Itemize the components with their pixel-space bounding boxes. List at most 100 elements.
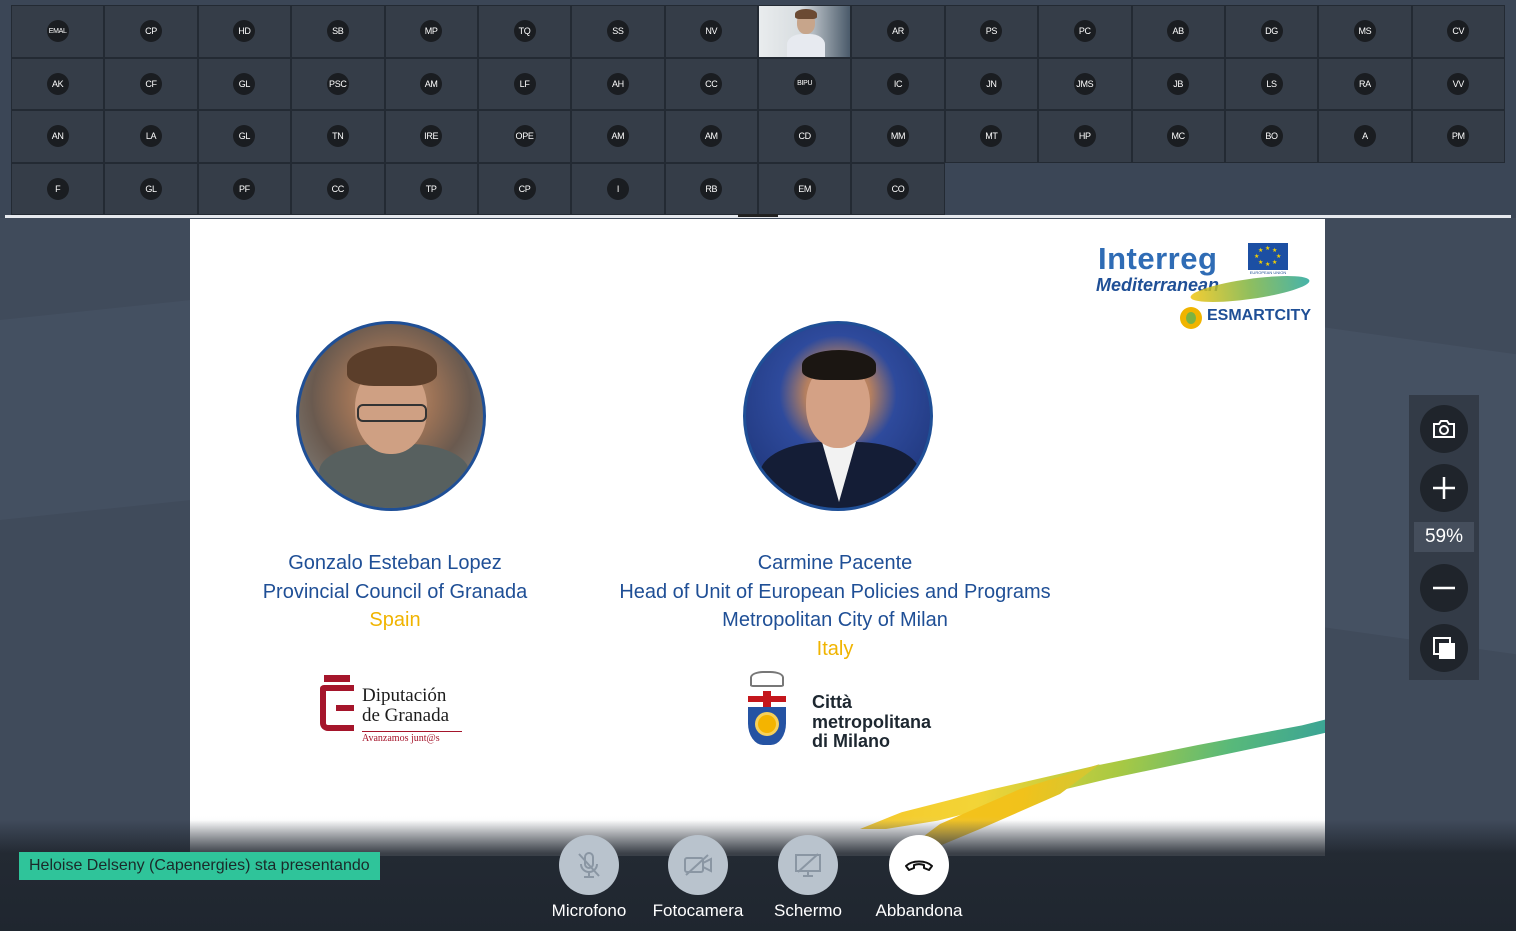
participant-tile[interactable]: SS: [571, 5, 665, 58]
camera-off-icon: [684, 854, 712, 876]
participant-tile[interactable]: DG: [1224, 5, 1319, 58]
participant-tile[interactable]: PSC: [291, 57, 385, 110]
participant-avatar: AR: [887, 20, 910, 43]
participant-avatar: SB: [326, 20, 349, 43]
microphone-button[interactable]: Microfono: [534, 835, 644, 921]
participant-video-tile[interactable]: [758, 5, 852, 58]
participant-tile[interactable]: TP: [384, 162, 478, 215]
leave-label: Abbandona: [875, 901, 963, 920]
participant-avatar: RA: [1353, 72, 1376, 95]
participant-tile[interactable]: SB: [291, 5, 385, 58]
participant-tile[interactable]: AN: [11, 110, 105, 163]
participant-tile[interactable]: CP: [477, 162, 572, 215]
participant-tile[interactable]: PC: [1038, 5, 1132, 58]
participant-tile[interactable]: OPE: [477, 110, 572, 163]
camera-icon: [1433, 420, 1455, 438]
participant-avatar: JN: [980, 72, 1003, 95]
participant-tile[interactable]: AR: [851, 5, 945, 58]
zoom-out-button[interactable]: [1420, 564, 1468, 612]
leave-call-button[interactable]: Abbandona: [864, 835, 974, 921]
participant-tile[interactable]: CP: [104, 5, 198, 58]
screen-share-button[interactable]: Schermo: [753, 835, 863, 921]
milano-logo-text: Città metropolitana di Milano: [812, 692, 931, 752]
participant-avatar: TQ: [513, 20, 536, 43]
zoom-panel: 59%: [1409, 395, 1479, 680]
participant-tile[interactable]: BIPU: [758, 57, 852, 110]
participant-tile[interactable]: EM: [758, 162, 852, 215]
participant-tile[interactable]: RB: [664, 162, 758, 215]
participant-tile[interactable]: F: [11, 162, 105, 215]
participant-tile[interactable]: CC: [291, 162, 385, 215]
participant-tile[interactable]: MC: [1131, 110, 1225, 163]
participant-tile[interactable]: PF: [197, 162, 292, 215]
participant-tile[interactable]: VV: [1411, 57, 1505, 110]
participant-avatar: F: [46, 177, 69, 200]
speaker-role: Head of Unit of European Policies and Pr…: [619, 580, 1051, 603]
logo-line: de Granada: [362, 705, 450, 726]
participant-tile[interactable]: PS: [944, 5, 1039, 58]
screenshot-button[interactable]: [1420, 405, 1468, 453]
participant-tile[interactable]: I: [571, 162, 665, 215]
participant-grid: EMAL CP HD SB MP TQ SS NV AR PS PC AB DG MS CV AK CF GL PS…: [11, 5, 1505, 215]
participant-tile[interactable]: CV: [1411, 5, 1505, 58]
zoom-level: 59%: [1414, 522, 1474, 552]
divider-handle[interactable]: [738, 214, 778, 217]
participant-avatar: HD: [233, 20, 256, 43]
participant-tile[interactable]: AM: [664, 110, 758, 163]
microphone-off-icon: [578, 852, 600, 878]
participant-tile[interactable]: CD: [758, 110, 852, 163]
participant-tile[interactable]: AK: [11, 57, 105, 110]
camera-button[interactable]: Fotocamera: [643, 835, 753, 921]
participant-avatar: VV: [1447, 72, 1470, 95]
participant-tile[interactable]: MS: [1318, 5, 1412, 58]
participant-avatar: CF: [140, 72, 163, 95]
participant-tile[interactable]: MM: [851, 110, 945, 163]
microphone-label: Microfono: [551, 901, 627, 920]
participant-avatar: CC: [326, 177, 349, 200]
participant-avatar: AB: [1167, 20, 1190, 43]
participant-tile[interactable]: HP: [1038, 110, 1132, 163]
participant-tile[interactable]: JMS: [1038, 57, 1132, 110]
participant-tile[interactable]: LF: [477, 57, 572, 110]
participant-tile[interactable]: GL: [104, 162, 198, 215]
participant-avatar: PF: [233, 177, 256, 200]
participant-tile[interactable]: JN: [944, 57, 1039, 110]
participant-tile[interactable]: IRE: [384, 110, 478, 163]
participant-avatar: GL: [233, 125, 256, 148]
participant-tile[interactable]: RA: [1318, 57, 1412, 110]
participant-tile[interactable]: A: [1318, 110, 1412, 163]
zoom-in-button[interactable]: [1420, 464, 1468, 512]
participant-avatar: CV: [1447, 20, 1470, 43]
participant-tile[interactable]: CO: [851, 162, 945, 215]
participant-tile[interactable]: HD: [197, 5, 292, 58]
participant-tile[interactable]: LS: [1224, 57, 1319, 110]
participant-tile[interactable]: CF: [104, 57, 198, 110]
participant-tile[interactable]: LA: [104, 110, 198, 163]
participant-tile[interactable]: GL: [197, 57, 292, 110]
participant-tile[interactable]: IC: [851, 57, 945, 110]
participant-avatar: TN: [326, 125, 349, 148]
participant-tile[interactable]: NV: [664, 5, 758, 58]
participant-avatar: EM: [793, 177, 816, 200]
participant-tile[interactable]: AM: [384, 57, 478, 110]
participant-tile[interactable]: TN: [291, 110, 385, 163]
participant-tile[interactable]: PM: [1411, 110, 1505, 163]
fit-button[interactable]: [1420, 624, 1468, 672]
participant-tile[interactable]: JB: [1131, 57, 1225, 110]
participant-avatar: GL: [233, 72, 256, 95]
shared-slide: Interreg ★ ★ ★ ★ ★ ★ ★ ★ EUROPEAN UNION Medit…: [190, 219, 1325, 856]
participant-avatar: PSC: [326, 72, 349, 95]
participant-tile[interactable]: CC: [664, 57, 758, 110]
participant-tile[interactable]: MP: [384, 5, 478, 58]
participant-tile[interactable]: EMAL: [11, 5, 105, 58]
participant-tile[interactable]: AM: [571, 110, 665, 163]
participant-tile[interactable]: TQ: [477, 5, 572, 58]
participant-tile[interactable]: BO: [1224, 110, 1319, 163]
logo-line: Diputación: [362, 685, 447, 706]
participant-tile[interactable]: AB: [1131, 5, 1225, 58]
participant-tile[interactable]: GL: [197, 110, 292, 163]
logo-line: di Milano: [812, 731, 890, 751]
participant-tile[interactable]: MT: [944, 110, 1039, 163]
participant-tile[interactable]: AH: [571, 57, 665, 110]
speaker-name: Gonzalo Esteban Lopez: [288, 552, 502, 574]
